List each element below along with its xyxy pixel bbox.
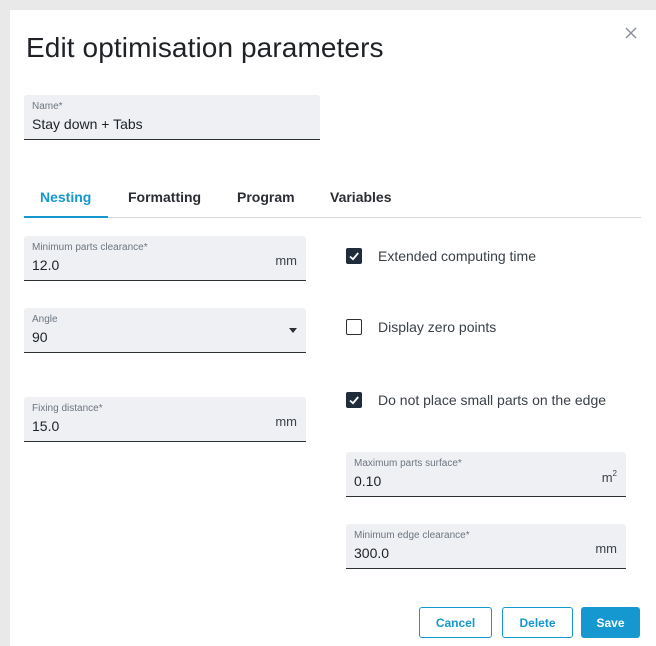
angle-label: Angle bbox=[32, 314, 58, 325]
tab-bar: Nesting Formatting Program Variables bbox=[24, 186, 641, 218]
delete-button[interactable]: Delete bbox=[502, 607, 573, 638]
close-icon bbox=[625, 27, 637, 39]
min-edge-clearance-unit: mm bbox=[595, 541, 617, 556]
checkbox-unchecked-icon bbox=[346, 319, 362, 335]
no-small-parts-edge-label: Do not place small parts on the edge bbox=[378, 392, 607, 408]
chevron-down-icon bbox=[289, 328, 297, 333]
active-tab-indicator bbox=[24, 216, 108, 218]
checkbox-checked-icon bbox=[346, 392, 362, 408]
max-parts-surface-label: Maximum parts surface* bbox=[354, 458, 462, 469]
angle-select[interactable]: Angle 90 bbox=[24, 308, 306, 353]
fixing-distance-label: Fixing distance* bbox=[32, 403, 103, 414]
name-field-label: Name* bbox=[32, 101, 63, 112]
min-parts-clearance-value: 12.0 bbox=[32, 257, 60, 273]
angle-value: 90 bbox=[32, 329, 48, 345]
fixing-distance-field[interactable]: Fixing distance* 15.0 mm bbox=[24, 397, 306, 442]
checkbox-checked-icon bbox=[346, 248, 362, 264]
edit-parameters-dialog: Edit optimisation parameters Name* Stay … bbox=[10, 10, 656, 646]
fixing-distance-unit: mm bbox=[275, 414, 297, 429]
tab-program[interactable]: Program bbox=[237, 189, 295, 215]
min-parts-clearance-field[interactable]: Minimum parts clearance* 12.0 mm bbox=[24, 236, 306, 281]
max-parts-surface-field[interactable]: Maximum parts surface* 0.10 m2 bbox=[346, 452, 626, 497]
max-parts-surface-unit: m2 bbox=[601, 469, 617, 485]
save-button[interactable]: Save bbox=[581, 607, 640, 638]
max-parts-surface-value: 0.10 bbox=[354, 473, 382, 489]
min-parts-clearance-label: Minimum parts clearance* bbox=[32, 242, 148, 253]
close-button[interactable] bbox=[622, 24, 640, 42]
min-parts-clearance-unit: mm bbox=[275, 253, 297, 268]
min-edge-clearance-field[interactable]: Minimum edge clearance* 300.0 mm bbox=[346, 524, 626, 569]
tab-nesting[interactable]: Nesting bbox=[40, 189, 91, 215]
min-edge-clearance-value: 300.0 bbox=[354, 545, 390, 561]
extended-computing-time-label: Extended computing time bbox=[378, 248, 536, 264]
min-edge-clearance-label: Minimum edge clearance* bbox=[354, 530, 470, 541]
display-zero-points-label: Display zero points bbox=[378, 319, 497, 335]
name-field[interactable]: Name* Stay down + Tabs bbox=[24, 95, 320, 140]
tab-variables[interactable]: Variables bbox=[330, 189, 392, 215]
dialog-title: Edit optimisation parameters bbox=[26, 32, 384, 63]
name-field-value: Stay down + Tabs bbox=[32, 116, 143, 132]
cancel-button[interactable]: Cancel bbox=[419, 607, 492, 638]
fixing-distance-value: 15.0 bbox=[32, 418, 60, 434]
tab-formatting[interactable]: Formatting bbox=[128, 189, 201, 215]
